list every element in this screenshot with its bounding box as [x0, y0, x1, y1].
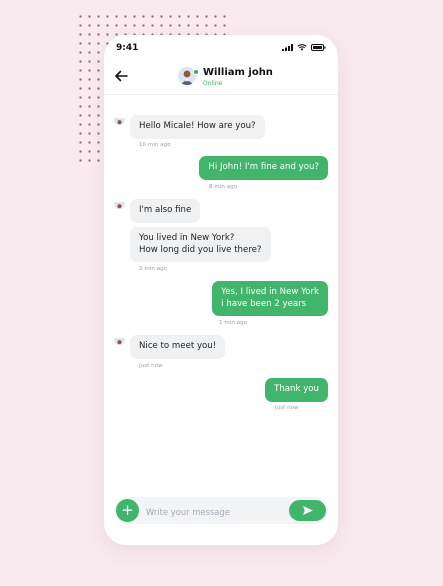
online-indicator — [193, 69, 199, 75]
phone-frame: 9:41 William john Online Hello Micale! H… — [104, 35, 338, 545]
message-bubble-outgoing: Yes, I lived in New York i have been 2 y… — [212, 281, 328, 316]
message-avatar — [114, 334, 125, 345]
message-bubble-incoming: I'm also fine — [130, 199, 201, 223]
message-bubble-incoming: You lived in New York? How long did you … — [130, 227, 271, 262]
message-timestamp: 2 min ago — [139, 266, 168, 272]
plus-icon: + — [121, 501, 134, 519]
status-icons — [282, 44, 326, 51]
message-text: Hi John! I'm fine and you? — [208, 162, 319, 172]
add-attachment-button[interactable]: + — [116, 499, 139, 522]
message-text: How long did you live there? — [139, 244, 262, 255]
message-text: Yes, I lived in New York — [221, 287, 319, 297]
message-bubble-incoming: Hello Micale! How are you? — [130, 115, 265, 139]
message-timestamp: 10 min ago — [139, 142, 171, 148]
wifi-icon — [297, 44, 307, 51]
message-bubble-outgoing: Hi John! I'm fine and you? — [199, 156, 328, 180]
status-time: 9:41 — [116, 43, 139, 53]
message-avatar — [114, 114, 125, 125]
message-timestamp: 1 min ago — [219, 320, 248, 326]
message-text: You lived in New York? — [139, 233, 235, 243]
message-input[interactable] — [144, 502, 288, 521]
message-composer: + — [114, 497, 328, 524]
message-timestamp: Just now — [139, 363, 163, 369]
message-text: Nice to meet you! — [139, 341, 217, 351]
chat-header: William john Online — [104, 61, 338, 95]
message-text: Thank you — [274, 384, 319, 394]
contact-name: William john — [203, 67, 273, 78]
signal-icon — [282, 44, 293, 51]
back-arrow-icon[interactable] — [113, 69, 129, 83]
message-timestamp: Just now — [275, 405, 299, 411]
contact-status: Online — [203, 80, 223, 87]
message-avatar — [114, 198, 125, 209]
message-text: i have been 2 years — [221, 298, 307, 309]
message-bubble-incoming: Nice to meet you! — [130, 335, 226, 359]
battery-icon — [311, 44, 326, 51]
status-bar: 9:41 — [104, 35, 338, 61]
send-button[interactable] — [289, 500, 326, 521]
message-text: I'm also fine — [139, 205, 192, 215]
send-icon — [303, 506, 313, 515]
message-timestamp: 8 min ago — [209, 184, 238, 190]
message-bubble-outgoing: Thank you — [265, 378, 328, 402]
message-text: Hello Micale! How are you? — [139, 121, 256, 131]
